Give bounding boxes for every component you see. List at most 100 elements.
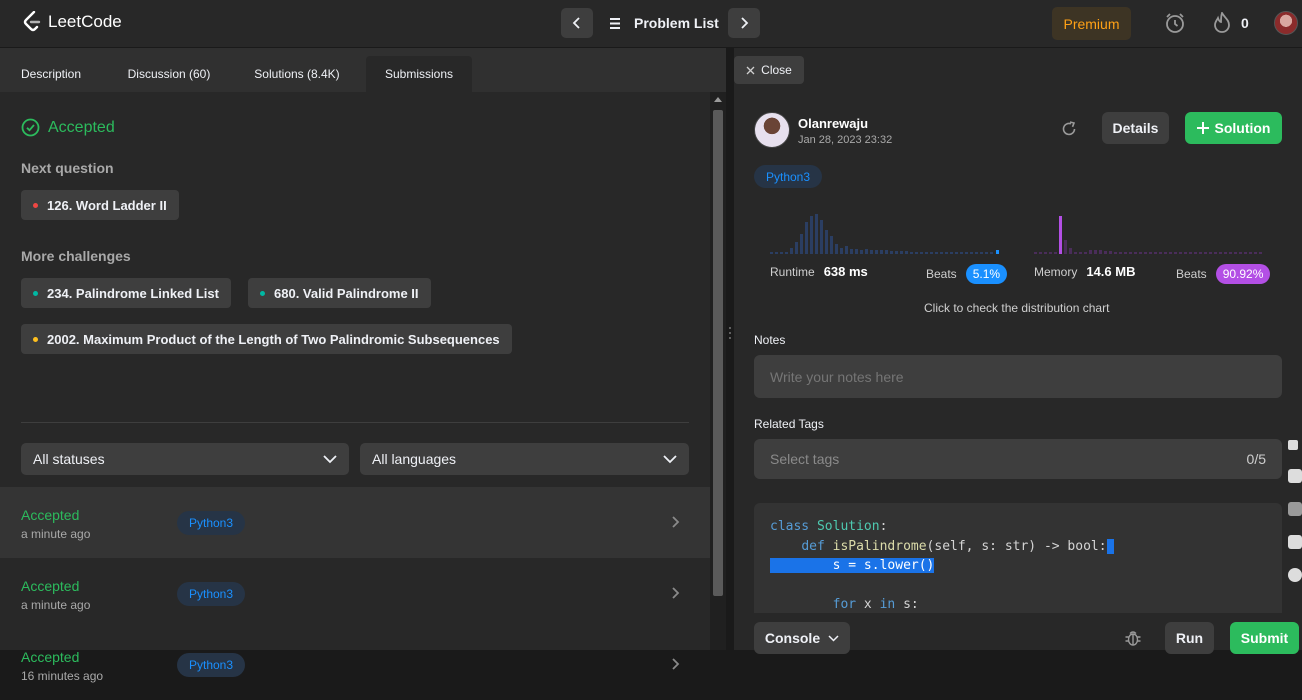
- logo-text: LeetCode: [48, 12, 122, 31]
- panel-splitter[interactable]: [726, 48, 734, 650]
- gallery-icon[interactable]: [1288, 535, 1302, 549]
- chevron-right-icon: [672, 587, 680, 599]
- premium-button[interactable]: Premium: [1052, 7, 1131, 40]
- submission-time: a minute ago: [21, 598, 91, 612]
- runtime-beats: Beats 5.1%: [926, 264, 1008, 284]
- memory-beats-label: Beats: [1176, 267, 1207, 281]
- divider: [21, 422, 689, 423]
- code-text: x: [856, 597, 880, 612]
- problem-list-link[interactable]: Problem List: [610, 15, 719, 31]
- related-tags-label: Related Tags: [754, 417, 824, 431]
- challenge-chip[interactable]: 234. Palindrome Linked List: [21, 278, 231, 308]
- close-label: Close: [761, 63, 792, 77]
- memory-value: 14.6 MB: [1086, 264, 1136, 279]
- runtime-beats-badge: 5.1%: [965, 264, 1008, 284]
- language-filter-select[interactable]: All languages: [360, 443, 689, 475]
- language-badge: Python3: [177, 511, 246, 535]
- code-keyword: for: [832, 597, 857, 612]
- medium-difficulty-dot: [33, 336, 38, 342]
- submission-row[interactable]: Accepted 16 minutes ago Python3: [0, 629, 710, 700]
- easy-difficulty-dot: [33, 290, 38, 296]
- square-icon[interactable]: [1288, 502, 1302, 516]
- submission-row[interactable]: Accepted a minute ago Python3: [0, 558, 710, 629]
- streak-count: 0: [1241, 15, 1249, 31]
- problem-list-label: Problem List: [634, 15, 719, 31]
- code-class-name: Solution: [816, 519, 880, 534]
- submission-result: Accepted Next question 126. Word Ladder …: [0, 92, 710, 683]
- submission-status: Accepted: [21, 578, 80, 594]
- scroll-thumb[interactable]: [713, 110, 723, 596]
- camera-icon[interactable]: [1288, 469, 1302, 483]
- code-text: s:: [895, 597, 919, 612]
- prev-problem-button[interactable]: [561, 8, 593, 38]
- streak-counter[interactable]: 0: [1213, 12, 1249, 34]
- alarm-clock-icon[interactable]: [1164, 12, 1186, 34]
- challenge-title: 2002. Maximum Product of the Length of T…: [47, 331, 500, 347]
- check-circle-icon: [21, 118, 40, 137]
- post-solution-button[interactable]: Solution: [1185, 112, 1282, 144]
- tags-select[interactable]: Select tags 0/5: [754, 439, 1282, 479]
- next-question-chip[interactable]: 126. Word Ladder II: [21, 190, 179, 220]
- tab-discussion[interactable]: Discussion (60): [114, 56, 224, 92]
- challenge-chip[interactable]: 680. Valid Palindrome II: [248, 278, 431, 308]
- debug-bug-icon[interactable]: [1124, 629, 1142, 647]
- plus-icon: [1196, 122, 1209, 134]
- language-badge: Python3: [177, 582, 246, 606]
- top-navbar: LeetCode Problem List Premium 0: [0, 0, 1302, 48]
- details-button[interactable]: Details: [1102, 112, 1169, 144]
- editor-bottom-bar: Console Run Submit: [734, 616, 1302, 654]
- code-line: for x in s:: [770, 597, 1266, 613]
- memory-distribution-chart[interactable]: [1032, 208, 1268, 256]
- chevron-right-icon: [672, 516, 680, 528]
- tab-submissions[interactable]: Submissions: [366, 56, 472, 92]
- next-question-title: 126. Word Ladder II: [47, 197, 167, 213]
- code-line: class Solution:: [770, 519, 1266, 539]
- code-function-name: isPalindrome: [832, 538, 927, 554]
- close-button[interactable]: Close: [734, 56, 804, 84]
- chevron-right-icon: [672, 658, 680, 670]
- challenge-chip[interactable]: 2002. Maximum Product of the Length of T…: [21, 324, 512, 354]
- submission-status: Accepted: [21, 649, 80, 665]
- floating-side-toolbar: [1288, 440, 1302, 601]
- submission-time: 16 minutes ago: [21, 669, 104, 683]
- hard-difficulty-dot: [33, 202, 38, 208]
- code-viewer[interactable]: class Solution: def isPalindrome(self, s…: [754, 503, 1282, 613]
- solution-label: Solution: [1214, 120, 1271, 136]
- status-filter-select[interactable]: All statuses: [21, 443, 349, 475]
- chevron-down-icon: [828, 634, 839, 642]
- submit-button[interactable]: Submit: [1230, 622, 1299, 654]
- chevron-right-icon: [741, 17, 749, 29]
- language-filter-value: All languages: [372, 451, 457, 467]
- fire-icon: [1214, 12, 1230, 33]
- user-avatar-top[interactable]: [1274, 11, 1298, 35]
- submission-time: a minute ago: [21, 527, 91, 541]
- runtime-distribution-chart[interactable]: [768, 208, 1004, 256]
- challenge-title: 234. Palindrome Linked List: [47, 285, 219, 301]
- tags-placeholder: Select tags: [770, 451, 840, 467]
- left-scrollbar[interactable]: [710, 92, 726, 650]
- console-button[interactable]: Console: [754, 622, 850, 654]
- settings-gear-icon[interactable]: [1288, 568, 1302, 582]
- pin-icon[interactable]: [1288, 440, 1298, 450]
- chevron-left-icon: [572, 17, 580, 29]
- code-text: s = s.lower(): [832, 558, 935, 573]
- submitter-avatar[interactable]: [754, 112, 790, 148]
- run-button[interactable]: Run: [1165, 622, 1214, 654]
- next-problem-button[interactable]: [728, 8, 760, 38]
- distribution-hint[interactable]: Click to check the distribution chart: [924, 301, 1109, 315]
- left-panel: Description Discussion (60) Solutions (8…: [0, 48, 726, 683]
- scroll-up-arrow-icon[interactable]: [714, 96, 722, 102]
- leetcode-logo[interactable]: LeetCode: [22, 11, 122, 33]
- runtime-beats-label: Beats: [926, 267, 957, 281]
- share-icon[interactable]: [1060, 120, 1078, 138]
- submission-status: Accepted: [21, 507, 80, 523]
- submitter-name[interactable]: Olanrewaju: [798, 116, 868, 131]
- tab-solutions[interactable]: Solutions (8.4K): [240, 56, 354, 92]
- next-question-label: Next question: [21, 160, 114, 176]
- submission-row[interactable]: Accepted a minute ago Python3: [0, 487, 710, 558]
- tab-description[interactable]: Description: [0, 56, 102, 92]
- leetcode-logo-icon: [23, 11, 41, 32]
- console-label: Console: [764, 630, 821, 646]
- notes-input[interactable]: [754, 355, 1282, 398]
